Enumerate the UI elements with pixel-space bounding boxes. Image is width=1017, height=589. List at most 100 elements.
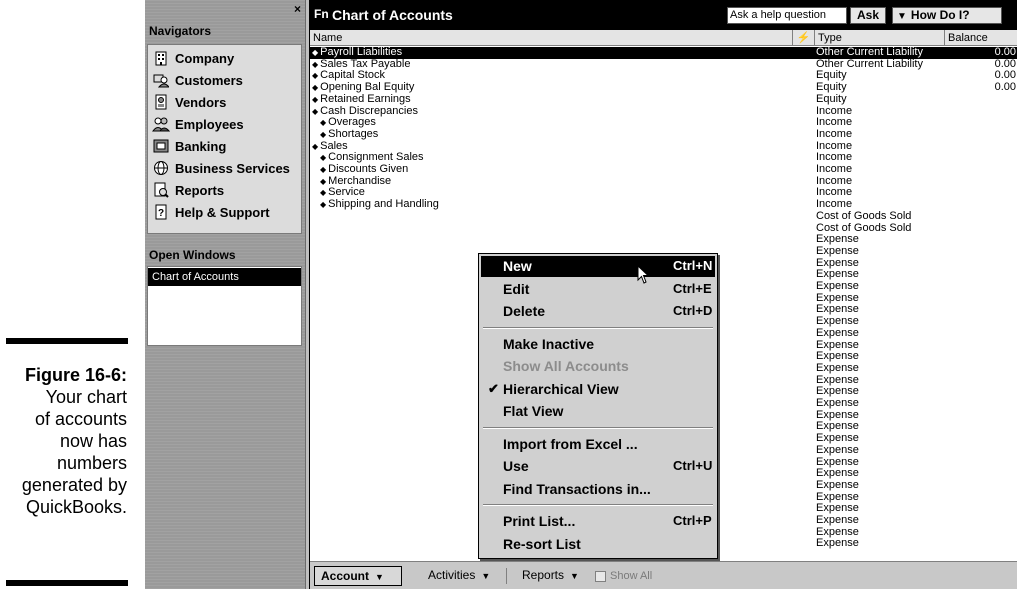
nav-item-label: Customers bbox=[175, 72, 243, 88]
table-row[interactable]: ◆ Discounts Given Income bbox=[310, 163, 1017, 176]
table-row[interactable]: ◆ Payroll Liabilities Other Current Liabil… bbox=[310, 46, 1017, 59]
nav-item-label: Vendors bbox=[175, 94, 227, 110]
open-windows-heading: Open Windows bbox=[149, 248, 236, 262]
diamond-icon: ◆ bbox=[320, 188, 327, 198]
figure-rule-bottom bbox=[6, 580, 128, 586]
column-flag[interactable]: ⚡ bbox=[793, 30, 815, 46]
figure-caption: Figure 16-6: Your chart of accounts now … bbox=[0, 364, 127, 518]
account-name-text: Overages bbox=[328, 116, 376, 129]
nav-item-business-services[interactable]: Business Services bbox=[152, 157, 290, 179]
menu-item-label: Delete bbox=[503, 303, 546, 319]
menu-item-hierarchical-view[interactable]: ✔ Hierarchical View bbox=[481, 379, 715, 400]
account-type: Expense bbox=[816, 361, 859, 374]
nav-item-help-support[interactable]: ? Help & Support bbox=[152, 201, 270, 223]
table-row[interactable]: ◆ Sales Tax Payable Other Current Liabilit… bbox=[310, 58, 1017, 71]
diamond-icon: ◆ bbox=[312, 94, 319, 104]
close-icon[interactable]: × bbox=[294, 2, 301, 16]
table-row[interactable]: ◆ Cash Discrepancies Income bbox=[310, 104, 1017, 118]
menu-item-delete[interactable]: Delete Ctrl+D bbox=[481, 301, 715, 322]
diamond-icon: ◆ bbox=[320, 165, 327, 174]
show-all-label: Show All bbox=[610, 570, 653, 582]
menu-item-shortcut: Ctrl+E bbox=[673, 280, 712, 296]
account-type: Income bbox=[816, 127, 853, 140]
checkmark-icon: ✔ bbox=[488, 380, 499, 396]
employees-icon bbox=[152, 116, 170, 132]
account-button[interactable]: Account ▼ bbox=[314, 566, 402, 586]
account-type: Expense bbox=[816, 280, 859, 292]
help-support-icon: ? bbox=[152, 204, 170, 220]
account-button-label: Account bbox=[321, 569, 369, 583]
table-row[interactable]: ◆ Consignment Sales Income bbox=[310, 151, 1017, 164]
account-name-text: Payroll Liabilities bbox=[320, 46, 403, 58]
table-row[interactable]: ◆ Overages Income bbox=[310, 116, 1017, 129]
menu-item-print-list[interactable]: Print List... Ctrl+P bbox=[481, 511, 715, 532]
activities-button-label: Activities bbox=[428, 568, 476, 582]
chevron-down-icon: ▼ bbox=[897, 11, 907, 22]
checkbox-box bbox=[595, 570, 606, 582]
table-row[interactable]: ◆ Opening Bal Equity Equity 0.00 bbox=[310, 81, 1017, 94]
nav-item-company[interactable]: Company bbox=[152, 47, 234, 69]
menu-item-use[interactable]: Use Ctrl+U bbox=[481, 456, 715, 477]
nav-item-customers[interactable]: Customers bbox=[152, 69, 243, 91]
quickbooks-app: × Navigators Company Customers Vendors E… bbox=[145, 0, 1017, 589]
table-row[interactable]: ◆ Capital Stock Equity 0.00 bbox=[310, 70, 1017, 82]
table-row[interactable]: Expense bbox=[310, 233, 1017, 246]
nav-item-banking[interactable]: Banking bbox=[152, 135, 226, 157]
diamond-icon: ◆ bbox=[312, 71, 319, 81]
account-balance: 0.00 bbox=[994, 46, 1016, 58]
reports-button[interactable]: Reports ▼ bbox=[512, 566, 590, 586]
menu-item-label: Find Transactions in... bbox=[503, 480, 651, 497]
open-windows-list: Chart of Accounts bbox=[147, 266, 302, 346]
dropdown-arrow-icon: ▼ bbox=[481, 571, 491, 581]
chart-of-accounts-window: Fn Chart of Accounts Ask a help question… bbox=[309, 0, 1017, 589]
nav-item-vendors[interactable]: Vendors bbox=[152, 91, 226, 113]
table-row[interactable]: ◆ Shortages Income bbox=[310, 127, 1017, 141]
help-question-input[interactable]: Ask a help question bbox=[727, 7, 847, 24]
diamond-icon: ◆ bbox=[312, 83, 319, 93]
account-name-text: Opening Bal Equity bbox=[320, 81, 415, 94]
dropdown-arrow-icon: ▼ bbox=[375, 572, 384, 582]
menu-item-re-sort-list[interactable]: Re-sort List bbox=[481, 534, 715, 555]
table-row[interactable]: ◆ Merchandise Income bbox=[310, 175, 1017, 188]
menu-item-label: Flat View bbox=[503, 403, 564, 419]
navigators-panel: × Navigators Company Customers Vendors E… bbox=[145, 0, 306, 589]
account-type: Expense bbox=[816, 514, 859, 526]
menu-separator bbox=[483, 504, 713, 506]
menu-item-find-transactions[interactable]: Find Transactions in... bbox=[481, 479, 715, 500]
menu-item-shortcut: Ctrl+P bbox=[673, 513, 712, 528]
column-balance[interactable]: Balance bbox=[945, 30, 1017, 46]
nav-item-label: Employees bbox=[175, 116, 244, 132]
column-header: Name ⚡ Type Balance bbox=[310, 30, 1017, 46]
button-bar: Account ▼ Activities ▼ Reports ▼ Show All bbox=[310, 561, 1017, 589]
account-name: ◆ Shipping and Handling bbox=[320, 198, 439, 211]
account-type: Expense bbox=[816, 397, 859, 409]
menu-item-shortcut: Ctrl+U bbox=[673, 458, 713, 473]
nav-item-reports[interactable]: Reports bbox=[152, 179, 224, 201]
open-window-chart-of-accounts[interactable]: Chart of Accounts bbox=[148, 268, 301, 286]
menu-item-edit[interactable]: Edit Ctrl+E bbox=[481, 279, 715, 300]
ask-button[interactable]: Ask bbox=[850, 7, 886, 24]
column-name[interactable]: Name bbox=[310, 30, 793, 46]
account-type: Equity bbox=[816, 92, 847, 105]
activities-button[interactable]: Activities ▼ bbox=[410, 566, 502, 586]
menu-item-make-inactive[interactable]: Make Inactive bbox=[481, 334, 715, 355]
account-name-text: Cash Discrepancies bbox=[320, 104, 418, 117]
account-type: Expense bbox=[816, 443, 859, 456]
menu-item-label: Edit bbox=[503, 280, 530, 297]
table-row[interactable]: Cost of Goods Sold bbox=[310, 210, 1017, 223]
menu-item-show-all-accounts[interactable]: Show All Accounts bbox=[481, 356, 715, 377]
menu-item-new[interactable]: New Ctrl+N bbox=[481, 256, 715, 277]
nav-item-employees[interactable]: Employees bbox=[152, 113, 244, 135]
menu-item-flat-view[interactable]: Flat View bbox=[481, 401, 715, 422]
diamond-icon: ◆ bbox=[320, 200, 327, 210]
table-row[interactable]: Cost of Goods Sold bbox=[310, 222, 1017, 235]
account-type: Expense bbox=[816, 326, 859, 339]
account-type: Expense bbox=[816, 244, 859, 257]
diamond-icon: ◆ bbox=[320, 129, 327, 139]
show-all-checkbox[interactable]: Show All bbox=[595, 570, 652, 582]
menu-item-import-from-excel[interactable]: Import from Excel ... bbox=[481, 434, 715, 455]
column-type[interactable]: Type bbox=[815, 30, 945, 46]
customers-icon bbox=[152, 72, 170, 88]
how-do-i-label: How Do I? bbox=[910, 8, 970, 22]
how-do-i-button[interactable]: ▼ How Do I? bbox=[892, 7, 1002, 24]
